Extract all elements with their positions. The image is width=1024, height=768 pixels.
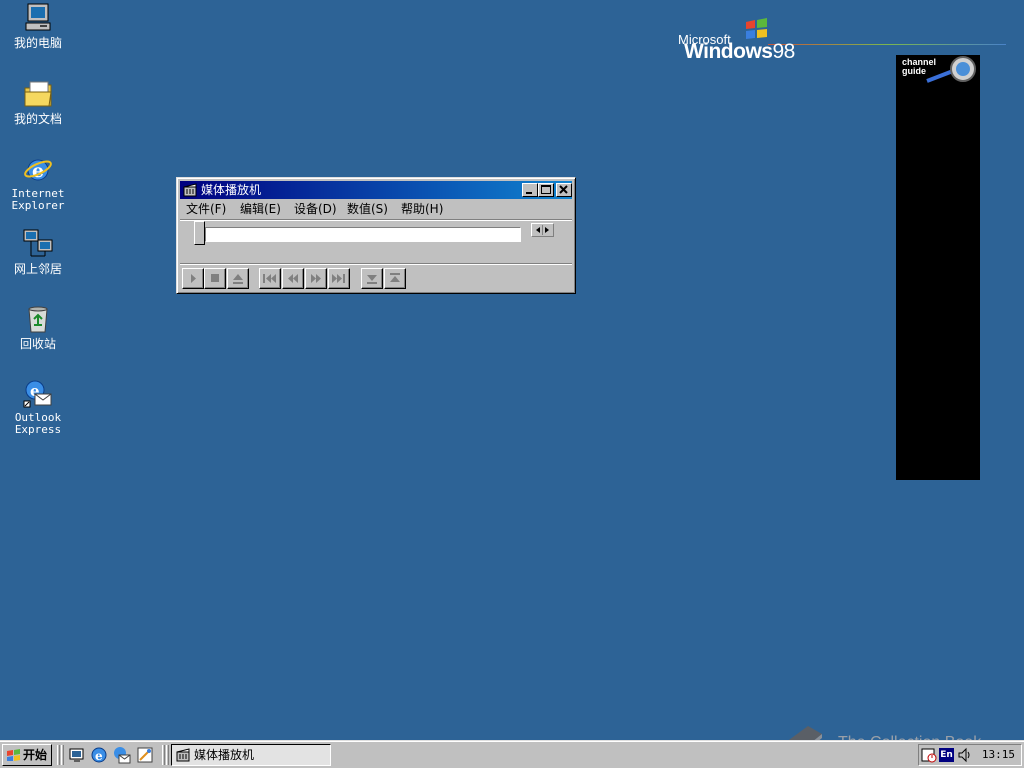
close-button[interactable]: [556, 183, 572, 197]
scheduler-icon[interactable]: [921, 747, 937, 763]
outlook-express-icon: [114, 747, 131, 764]
menu-bar: 文件(F) 编辑(E) 设备(D) 数值(S) 帮助(H): [181, 200, 571, 218]
label-line: Internet Explorer: [11, 187, 65, 212]
minimize-button[interactable]: [522, 183, 538, 197]
menu-separator: [180, 219, 572, 221]
selection-arrows-icon: [536, 225, 549, 235]
desktop-icon-internet-explorer[interactable]: e Internet Explorer: [1, 153, 75, 212]
task-button-label: 媒体播放机: [194, 748, 255, 762]
desktop-icon-my-documents[interactable]: 我的文档: [1, 78, 75, 125]
stop-button[interactable]: [204, 268, 226, 289]
maximize-button[interactable]: [538, 183, 554, 197]
fast-forward-button[interactable]: [305, 268, 327, 289]
desktop-icon-label: 回收站: [19, 337, 56, 351]
my-documents-icon: [22, 78, 54, 110]
start-selection-button[interactable]: [361, 268, 383, 289]
media-player-icon: [183, 183, 197, 197]
desktop-icon-label: Internet Explorer: [1, 188, 75, 212]
desktop-icon-label: Outlook Express: [1, 412, 75, 436]
logo-windows: Windows98: [684, 40, 795, 63]
clock[interactable]: 13:15: [982, 745, 1015, 765]
windows-flag-icon: [746, 18, 767, 39]
maximize-icon: [541, 185, 551, 194]
minimize-icon: [526, 192, 532, 194]
quicklaunch-outlook-express[interactable]: [113, 746, 131, 764]
desktop-icon-label: 我的电脑: [13, 36, 62, 50]
play-button[interactable]: [182, 268, 204, 289]
title-bar[interactable]: 媒体播放机: [180, 181, 572, 199]
desktop-icon-my-computer[interactable]: 我的电脑: [1, 2, 75, 49]
next-mark-button[interactable]: [328, 268, 350, 289]
logo-version: 98: [772, 40, 795, 63]
input-language-indicator[interactable]: En: [939, 748, 954, 762]
menu-scale[interactable]: 数值(S): [342, 201, 393, 217]
desktop-icon-recycle-bin[interactable]: 回收站: [1, 303, 75, 350]
fast-forward-icon: [311, 274, 321, 283]
eject-button[interactable]: [227, 268, 249, 289]
quicklaunch-internet-explorer[interactable]: e: [90, 746, 108, 764]
desktop-icon-label: 网上邻居: [13, 262, 62, 276]
desktop-icon-label: 我的文档: [13, 112, 62, 126]
scroll-selection-button[interactable]: [531, 223, 554, 237]
internet-explorer-icon: e: [22, 153, 54, 185]
close-icon: [559, 185, 568, 194]
channels-icon: [137, 747, 153, 763]
rewind-icon: [288, 274, 298, 283]
internet-explorer-icon: e: [91, 747, 107, 763]
network-neighborhood-icon: [22, 228, 54, 260]
end-selection-icon: [390, 273, 400, 282]
taskbar-grip[interactable]: [57, 745, 60, 765]
eject-icon: [233, 274, 243, 284]
outlook-express-icon: e: [22, 377, 54, 409]
quicklaunch-show-desktop[interactable]: [68, 746, 86, 764]
prev-mark-icon: [263, 274, 276, 283]
taskbar-grip[interactable]: [162, 745, 165, 765]
menu-edit[interactable]: 编辑(E): [235, 201, 286, 217]
my-computer-icon: [22, 2, 54, 34]
svg-text:e: e: [95, 749, 103, 763]
seek-thumb[interactable]: [194, 221, 205, 245]
volume-icon[interactable]: [957, 747, 973, 763]
start-label: 开始: [23, 748, 48, 762]
seek-track[interactable]: [205, 227, 521, 242]
menu-device[interactable]: 设备(D): [289, 201, 342, 217]
controls-separator: [180, 263, 572, 265]
menu-help[interactable]: 帮助(H): [396, 201, 448, 217]
next-mark-icon: [332, 274, 345, 283]
end-selection-button[interactable]: [384, 268, 406, 289]
media-player-window: 媒体播放机 文件(F) 编辑(E) 设备(D) 数值(S) 帮助(H): [176, 177, 576, 294]
desktop-icon-outlook-express[interactable]: e Outlook Express: [1, 377, 75, 436]
menu-file[interactable]: 文件(F): [181, 201, 231, 217]
window-title: 媒体播放机: [201, 183, 262, 197]
windows-flag-icon: [7, 749, 20, 761]
system-tray: En 13:15: [918, 744, 1022, 766]
show-desktop-icon: [69, 748, 84, 762]
label-line: Outlook Express: [14, 411, 62, 436]
taskbar-grip[interactable]: [166, 745, 169, 765]
desktop-icon-network-neighborhood[interactable]: 网上邻居: [1, 228, 75, 275]
magnifier-icon: [926, 56, 976, 83]
play-icon: [191, 274, 196, 283]
previous-mark-button[interactable]: [259, 268, 281, 289]
channel-bar: channel guide: [896, 55, 980, 480]
start-button[interactable]: 开始: [2, 744, 52, 766]
logo-rule: [768, 44, 1006, 45]
stop-icon: [211, 274, 219, 282]
taskbar: 开始 e 媒体播放机 En 13:15: [0, 740, 1024, 768]
task-button-media-player[interactable]: 媒体播放机: [171, 744, 331, 766]
rewind-button[interactable]: [282, 268, 304, 289]
recycle-bin-icon: [22, 303, 54, 335]
start-selection-icon: [367, 275, 377, 284]
quicklaunch-channels[interactable]: [136, 746, 154, 764]
media-player-icon: [176, 748, 190, 762]
taskbar-grip[interactable]: [61, 745, 64, 765]
